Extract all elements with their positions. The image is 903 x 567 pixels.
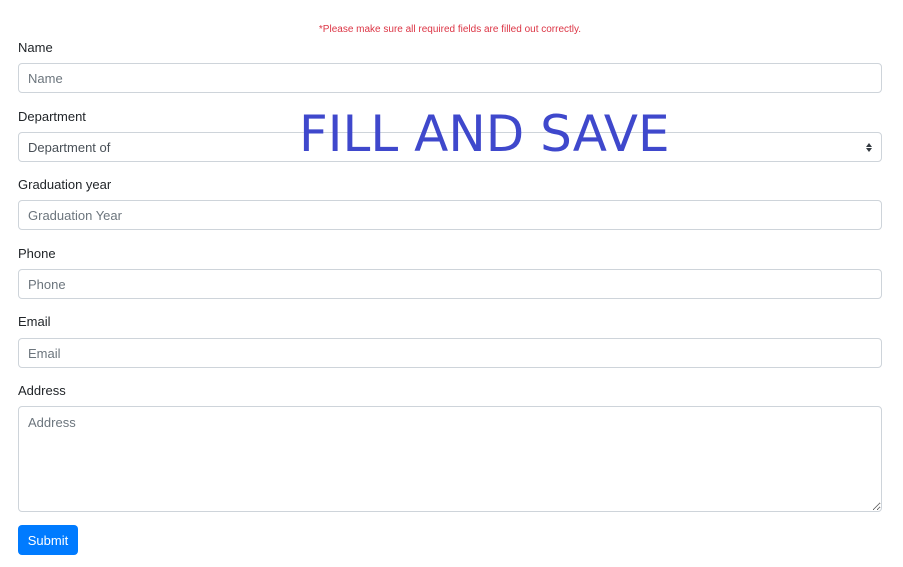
address-textarea[interactable] bbox=[18, 406, 882, 512]
graduation-year-input[interactable] bbox=[18, 200, 882, 230]
phone-label: Phone bbox=[18, 246, 56, 261]
address-group: Address bbox=[18, 383, 882, 512]
page: *Please make sure all required fields ar… bbox=[0, 0, 903, 567]
select-arrows-icon bbox=[866, 142, 872, 152]
email-group: Email bbox=[18, 314, 882, 368]
address-label: Address bbox=[18, 383, 66, 398]
required-fields-notice: *Please make sure all required fields ar… bbox=[318, 24, 582, 35]
email-input[interactable] bbox=[18, 338, 882, 368]
name-group: Name bbox=[18, 40, 882, 93]
name-label: Name bbox=[18, 40, 53, 55]
department-selected-value: Department of bbox=[28, 139, 111, 155]
email-label: Email bbox=[18, 314, 51, 329]
submit-button[interactable]: Submit bbox=[18, 525, 78, 555]
graduation-year-label: Graduation year bbox=[18, 177, 112, 192]
graduation-year-group: Graduation year bbox=[18, 177, 882, 230]
fill-and-save-watermark: FILL AND SAVE bbox=[299, 105, 670, 163]
phone-group: Phone bbox=[18, 246, 882, 299]
phone-input[interactable] bbox=[18, 269, 882, 299]
name-input[interactable] bbox=[18, 63, 882, 93]
